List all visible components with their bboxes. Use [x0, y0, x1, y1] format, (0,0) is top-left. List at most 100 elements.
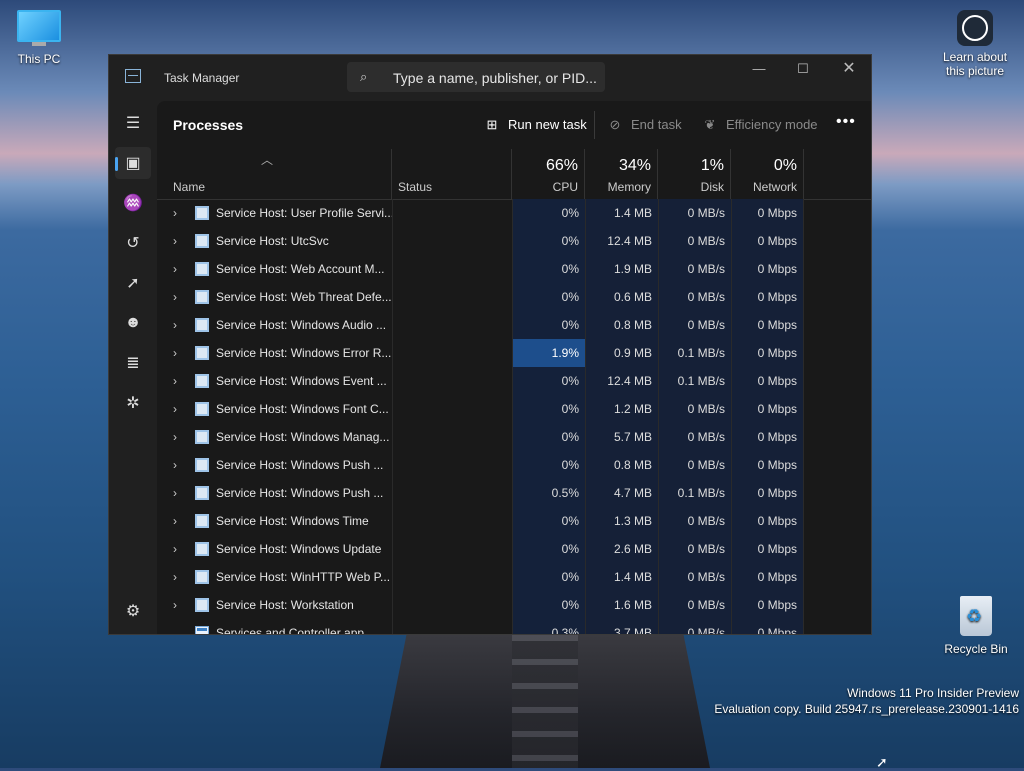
memory-cell: 0.8 MB [585, 311, 658, 339]
cpu-cell: 0% [512, 311, 585, 339]
column-label: Disk [700, 180, 724, 194]
command-bar: Processes ⊞ Run new task ⊘ End task ❦ Effic… [157, 101, 871, 149]
processes-icon[interactable]: ▣ [115, 147, 151, 179]
app-window-icon [195, 626, 209, 634]
process-row[interactable]: › Service Host: User Profile Servi... 0% 1.… [157, 199, 871, 227]
column-header-cpu[interactable]: 66% CPU [512, 149, 585, 199]
column-header-memory[interactable]: 34% Memory [585, 149, 658, 199]
status-cell [392, 283, 512, 311]
process-name-cell: › Service Host: Windows Audio ... [157, 311, 392, 339]
chevron-right-icon[interactable]: › [173, 563, 177, 591]
service-host-icon [195, 514, 209, 528]
chevron-right-icon[interactable]: › [173, 311, 177, 339]
process-name-cell: Services and Controller app [157, 619, 392, 634]
process-row[interactable]: › Service Host: Windows Update 0% 2.6 MB 0 M… [157, 535, 871, 563]
process-name: Service Host: Windows Font C... [216, 402, 389, 416]
process-row[interactable]: › Service Host: Windows Event ... 0% 12.4 M… [157, 367, 871, 395]
startup-apps-icon[interactable]: ➚ [115, 267, 151, 299]
search-box[interactable]: ⌕ [347, 62, 605, 92]
desktop-icon-recycle-bin[interactable]: Recycle Bin [940, 596, 1012, 656]
settings-icon[interactable]: ⚙ [115, 595, 151, 627]
chevron-right-icon[interactable]: › [173, 591, 177, 619]
status-cell [392, 311, 512, 339]
process-row[interactable]: › Service Host: UtcSvc 0% 12.4 MB 0 MB/s 0 Mb… [157, 227, 871, 255]
divider [594, 111, 595, 139]
chevron-right-icon[interactable]: › [173, 451, 177, 479]
chevron-right-icon[interactable]: › [173, 283, 177, 311]
process-row[interactable]: › Service Host: Workstation 0% 1.6 MB 0 MB/s… [157, 591, 871, 619]
chevron-right-icon[interactable]: › [173, 507, 177, 535]
details-icon[interactable]: ≣ [115, 347, 151, 379]
memory-cell: 0.9 MB [585, 339, 658, 367]
memory-cell: 12.4 MB [585, 227, 658, 255]
desktop-icon-this-pc[interactable]: This PC [8, 10, 70, 66]
network-cell: 0 Mbps [731, 591, 804, 619]
process-row[interactable]: › Service Host: Windows Time 0% 1.3 MB 0 MB/… [157, 507, 871, 535]
service-host-icon [195, 430, 209, 444]
maximize-button[interactable]: ☐ [780, 55, 826, 85]
process-row[interactable]: › Service Host: Windows Audio ... 0% 0.8 MB… [157, 311, 871, 339]
processes-page: Processes ⊞ Run new task ⊘ End task ❦ Effic… [157, 101, 871, 634]
status-cell [392, 339, 512, 367]
network-cell: 0 Mbps [731, 199, 804, 227]
process-row[interactable]: Services and Controller app 0.3% 3.7 MB 0 M… [157, 619, 871, 634]
cpu-cell: 0.5% [512, 479, 585, 507]
process-row[interactable]: › Service Host: Windows Push ... 0% 0.8 MB 0… [157, 451, 871, 479]
process-name: Service Host: Windows Push ... [216, 458, 384, 472]
disk-total: 1% [700, 157, 724, 174]
process-row[interactable]: › Service Host: Web Account M... 0% 1.9 MB 0… [157, 255, 871, 283]
status-cell [392, 535, 512, 563]
chevron-right-icon[interactable]: › [173, 395, 177, 423]
chevron-right-icon[interactable]: › [173, 535, 177, 563]
chevron-right-icon[interactable]: › [173, 423, 177, 451]
desktop-icon-learn-about-picture[interactable]: Learn about this picture [936, 10, 1014, 78]
memory-cell: 12.4 MB [585, 367, 658, 395]
process-row[interactable]: › Service Host: Windows Manag... 0% 5.7 MB 0… [157, 423, 871, 451]
chevron-right-icon[interactable]: › [173, 227, 177, 255]
process-row[interactable]: › Service Host: WinHTTP Web P... 0% 1.4 MB 0… [157, 563, 871, 591]
column-label: Network [752, 180, 797, 194]
hamburger-menu-icon[interactable]: ☰ [115, 107, 151, 139]
process-name-cell: › Service Host: Windows Push ... [157, 451, 392, 479]
end-task-label: End task [631, 117, 682, 132]
chevron-right-icon[interactable]: › [173, 479, 177, 507]
minimize-button[interactable]: — [736, 55, 782, 85]
process-name-cell: › Service Host: WinHTTP Web P... [157, 563, 392, 591]
efficiency-mode-button[interactable]: ❦ Efficiency mode [702, 117, 818, 133]
status-cell [392, 199, 512, 227]
chevron-right-icon[interactable]: › [173, 339, 177, 367]
end-task-button[interactable]: ⊘ End task [607, 117, 682, 133]
network-cell: 0 Mbps [731, 255, 804, 283]
process-name: Service Host: Web Threat Defe... [216, 290, 392, 304]
chevron-right-icon[interactable]: › [173, 199, 177, 227]
chevron-right-icon[interactable]: › [173, 255, 177, 283]
cpu-cell: 0% [512, 255, 585, 283]
process-row[interactable]: › Service Host: Windows Error R... 1.9% 0.9… [157, 339, 871, 367]
column-header-network[interactable]: 0% Network [731, 149, 804, 199]
services-icon[interactable]: ✲ [115, 387, 151, 419]
status-cell [392, 255, 512, 283]
chevron-right-icon[interactable]: › [173, 367, 177, 395]
disk-cell: 0 MB/s [658, 535, 731, 563]
leaf-icon: ❦ [704, 117, 716, 132]
process-list: › Service Host: User Profile Servi... 0% 1.… [157, 199, 871, 634]
title-bar[interactable]: Task Manager ⌕ — ☐ ✕ [109, 55, 871, 101]
column-label: Memory [607, 180, 651, 194]
cpu-cell: 0% [512, 535, 585, 563]
disk-cell: 0.1 MB/s [658, 367, 731, 395]
process-row[interactable]: › Service Host: Windows Font C... 0% 1.2 MB… [157, 395, 871, 423]
run-new-task-button[interactable]: ⊞ Run new task [484, 117, 587, 133]
close-button[interactable]: ✕ [826, 55, 871, 85]
disk-cell: 0 MB/s [658, 395, 731, 423]
process-name: Service Host: Windows Push ... [216, 486, 384, 500]
column-header-status[interactable]: Status [392, 149, 512, 199]
search-input[interactable] [391, 66, 600, 90]
more-options-button[interactable]: ••• [836, 113, 856, 131]
users-icon[interactable]: ☻ [115, 307, 151, 339]
performance-icon[interactable]: ♒ [115, 187, 151, 219]
app-history-icon[interactable]: ↺ [115, 227, 151, 259]
process-row[interactable]: › Service Host: Web Threat Defe... 0% 0.6 M… [157, 283, 871, 311]
column-header-disk[interactable]: 1% Disk [658, 149, 731, 199]
column-header-name[interactable]: ︿ Name [157, 149, 392, 199]
process-row[interactable]: › Service Host: Windows Push ... 0.5% 4.7 M… [157, 479, 871, 507]
